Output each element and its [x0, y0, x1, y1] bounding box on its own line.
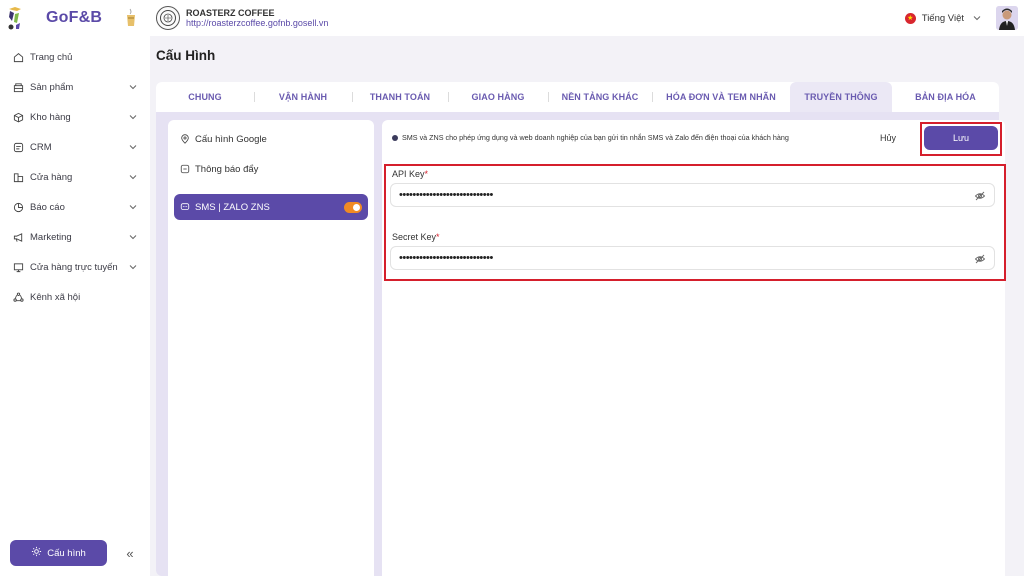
sidebar-item-label: Cửa hàng trực tuyến: [30, 261, 118, 273]
store-icon: [12, 171, 24, 183]
secret-key-field[interactable]: ••••••••••••••••••••••••••••: [390, 246, 995, 270]
tab-payment[interactable]: THANH TOÁN: [352, 82, 448, 112]
sidebar-footer: Cấu hình «: [10, 540, 143, 566]
eye-off-icon[interactable]: [974, 190, 986, 202]
eye-off-icon[interactable]: [974, 253, 986, 265]
logo-row: GoF&B: [0, 0, 150, 36]
language-selector[interactable]: ★ Tiếng Việt: [896, 7, 990, 29]
tab-communication[interactable]: TRUYỀN THÔNG: [790, 82, 892, 112]
sidebar-item-products[interactable]: Sản phẩm: [0, 72, 150, 102]
chevron-down-icon: [129, 235, 137, 240]
product-icon: [12, 81, 24, 93]
chevron-down-icon: [129, 265, 137, 270]
store-name: ROASTERZ COFFEE: [186, 7, 275, 18]
social-icon: [12, 291, 24, 303]
sidebar-item-online-store[interactable]: Cửa hàng trực tuyến: [0, 252, 150, 282]
double-chevron-left-icon: «: [126, 545, 134, 561]
menu-item-sms-zalo[interactable]: SMS | ZALO ZNS: [174, 194, 368, 220]
store-logo-icon: [156, 6, 180, 30]
sidebar-item-social[interactable]: Kênh xã hội: [0, 282, 150, 312]
vietnam-flag-icon: ★: [904, 12, 916, 24]
tab-shipping[interactable]: GIAO HÀNG: [448, 82, 548, 112]
notification-icon: [180, 164, 190, 174]
menu-item-label: Thông báo đẩy: [195, 163, 259, 175]
avatar[interactable]: [996, 6, 1018, 30]
sms-description-text: SMS và ZNS cho phép ứng dụng và web doan…: [402, 133, 789, 142]
tab-general[interactable]: CHUNG: [156, 82, 254, 112]
sidebar-item-stores[interactable]: Cửa hàng: [0, 162, 150, 192]
chevron-down-icon: [129, 115, 137, 120]
brand-name: GoF&B: [46, 9, 103, 26]
chat-icon: [180, 202, 190, 212]
secret-key-label-text: Secret Key: [392, 232, 437, 242]
save-button[interactable]: Lưu: [924, 126, 998, 150]
communication-menu: Cấu hình Google Thông báo đẩy SMS | ZALO…: [168, 120, 374, 576]
sms-enabled-toggle[interactable]: [344, 201, 362, 213]
location-icon: [180, 134, 190, 144]
online-store-icon: [12, 261, 24, 273]
api-key-label: API Key*: [392, 169, 428, 179]
tab-operations[interactable]: VẬN HÀNH: [254, 82, 352, 112]
tab-content: Cấu hình Google Thông báo đẩy SMS | ZALO…: [156, 112, 1006, 576]
sidebar-item-home[interactable]: Trang chủ: [0, 42, 150, 72]
secret-key-label: Secret Key*: [392, 232, 440, 242]
chevron-down-icon: [973, 16, 981, 21]
cancel-button[interactable]: Hủy: [880, 133, 896, 143]
menu-item-google-config[interactable]: Cấu hình Google: [174, 126, 368, 152]
sidebar-item-label: Báo cáo: [30, 201, 65, 213]
collapse-sidebar-button[interactable]: «: [117, 540, 143, 566]
tab-localization[interactable]: BẢN ĐỊA HÓA: [892, 82, 999, 112]
coffee-cup-icon: [124, 7, 138, 29]
api-key-field[interactable]: ••••••••••••••••••••••••••••: [390, 183, 995, 207]
api-key-value: ••••••••••••••••••••••••••••: [399, 189, 493, 201]
menu-item-push-notification[interactable]: Thông báo đẩy: [174, 156, 368, 182]
config-button-label: Cấu hình: [47, 547, 86, 559]
crm-icon: [12, 141, 24, 153]
sidebar-item-reports[interactable]: Báo cáo: [0, 192, 150, 222]
report-icon: [12, 201, 24, 213]
sidebar: GoF&B Trang chủ Sản phẩm Kho hàng CRM Cử…: [0, 0, 150, 576]
menu-item-label: Cấu hình Google: [195, 133, 267, 145]
menu-item-label: SMS | ZALO ZNS: [195, 201, 270, 213]
home-icon: [12, 51, 24, 63]
sidebar-item-label: CRM: [30, 141, 52, 153]
settings-tabs: CHUNG VẬN HÀNH THANH TOÁN GIAO HÀNG NỀN …: [156, 82, 999, 112]
store-url-link[interactable]: http://roasterzcoffee.gofnb.gosell.vn: [186, 18, 328, 28]
language-label: Tiếng Việt: [921, 12, 964, 24]
sidebar-item-label: Kho hàng: [30, 111, 71, 123]
sidebar-item-label: Kênh xã hội: [30, 291, 81, 303]
sidebar-item-label: Marketing: [30, 231, 72, 243]
sidebar-item-label: Cửa hàng: [30, 171, 73, 183]
store-info: ROASTERZ COFFEE http://roasterzcoffee.go…: [186, 8, 328, 29]
sidebar-item-label: Sản phẩm: [30, 81, 74, 93]
sidebar-item-marketing[interactable]: Marketing: [0, 222, 150, 252]
required-mark: *: [436, 232, 440, 242]
brand-logo-icon: [6, 5, 24, 31]
top-header: ROASTERZ COFFEE http://roasterzcoffee.go…: [150, 0, 1024, 36]
tab-other-platforms[interactable]: NỀN TẢNG KHÁC: [548, 82, 652, 112]
chevron-down-icon: [129, 205, 137, 210]
info-dot-icon: [392, 134, 398, 141]
config-button[interactable]: Cấu hình: [10, 540, 107, 566]
secret-key-value: ••••••••••••••••••••••••••••: [399, 252, 493, 264]
required-mark: *: [424, 169, 429, 179]
main-content: Cấu Hình CHUNG VẬN HÀNH THANH TOÁN GIAO …: [150, 36, 1024, 576]
sidebar-item-label: Trang chủ: [30, 51, 73, 63]
box-icon: [12, 111, 24, 123]
page-title: Cấu Hình: [156, 48, 216, 63]
gear-icon: [31, 546, 42, 560]
sms-settings-panel: SMS và ZNS cho phép ứng dụng và web doan…: [382, 120, 1006, 576]
megaphone-icon: [12, 231, 24, 243]
sidebar-item-inventory[interactable]: Kho hàng: [0, 102, 150, 132]
tab-invoice-labels[interactable]: HÓA ĐƠN VÀ TEM NHÃN: [652, 82, 790, 112]
sidebar-item-crm[interactable]: CRM: [0, 132, 150, 162]
chevron-down-icon: [129, 85, 137, 90]
chevron-down-icon: [129, 145, 137, 150]
api-key-label-text: API Key: [392, 169, 425, 179]
chevron-down-icon: [129, 175, 137, 180]
sidebar-nav: Trang chủ Sản phẩm Kho hàng CRM Cửa hàng…: [0, 42, 150, 312]
sms-description: SMS và ZNS cho phép ứng dụng và web doan…: [392, 133, 789, 142]
